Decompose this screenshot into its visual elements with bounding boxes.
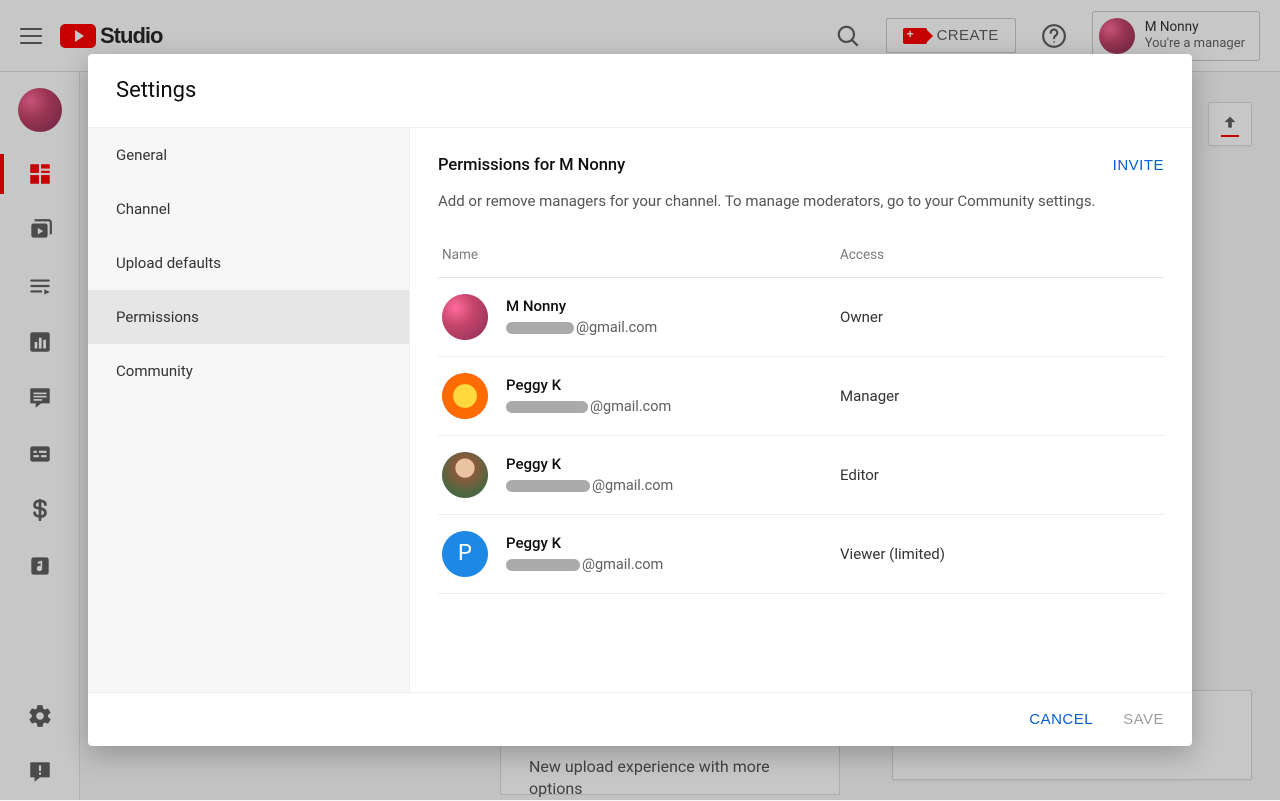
user-email: @gmail.com [506, 398, 840, 415]
save-button[interactable]: SAVE [1123, 711, 1164, 728]
search-icon[interactable] [828, 16, 868, 56]
strip-text: New upload experience with more options [529, 757, 770, 798]
studio-logo[interactable]: Studio [60, 23, 162, 49]
rail-comments-icon[interactable] [0, 370, 80, 426]
user-info: Peggy K @gmail.com [506, 534, 840, 573]
permissions-header: Permissions for M Nonny INVITE [438, 156, 1164, 175]
settings-sidebar: General Channel Upload defaults Permissi… [88, 128, 410, 692]
settings-main: Permissions for M Nonny INVITE Add or re… [410, 128, 1192, 692]
access-level: Owner [840, 308, 1160, 326]
account-role: You're a manager [1145, 36, 1245, 52]
hamburger-menu-icon[interactable] [20, 28, 42, 44]
rail-dashboard-icon[interactable] [0, 146, 80, 202]
permissions-table: Name Access M Nonny @gmail.com Owner Peggy … [438, 247, 1164, 594]
upload-shortcut-card[interactable] [1208, 102, 1252, 146]
table-row[interactable]: M Nonny @gmail.com Owner [438, 278, 1164, 357]
left-rail [0, 72, 80, 800]
email-suffix: @gmail.com [576, 319, 657, 336]
user-info: Peggy K @gmail.com [506, 376, 840, 415]
redacted-span [506, 322, 574, 334]
account-name: M Nonny [1145, 19, 1245, 36]
rail-playlists-icon[interactable] [0, 258, 80, 314]
sidebar-item-channel[interactable]: Channel [88, 182, 409, 236]
rail-analytics-icon[interactable] [0, 314, 80, 370]
access-level: Viewer (limited) [840, 545, 1160, 563]
col-name: Name [442, 247, 840, 263]
permissions-heading: Permissions for M Nonny [438, 156, 625, 175]
sidebar-item-community[interactable]: Community [88, 344, 409, 398]
redacted-span [506, 559, 580, 571]
access-level: Editor [840, 466, 1160, 484]
user-name: M Nonny [506, 297, 840, 315]
email-suffix: @gmail.com [592, 477, 673, 494]
email-suffix: @gmail.com [582, 556, 663, 573]
rail-videos-icon[interactable] [0, 202, 80, 258]
sidebar-item-upload-defaults[interactable]: Upload defaults [88, 236, 409, 290]
avatar [442, 294, 488, 340]
settings-modal: Settings General Channel Upload defaults… [88, 54, 1192, 746]
upload-exp-strip: New upload experience with more options [500, 745, 840, 795]
topbar-left: Studio [20, 23, 162, 49]
avatar [1099, 18, 1135, 54]
col-access: Access [840, 247, 1160, 263]
invite-button[interactable]: INVITE [1113, 157, 1164, 174]
table-row[interactable]: Peggy K @gmail.com Manager [438, 357, 1164, 436]
table-row[interactable]: Peggy K @gmail.com Editor [438, 436, 1164, 515]
logo-text: Studio [100, 23, 162, 49]
table-header: Name Access [438, 247, 1164, 278]
user-name: Peggy K [506, 376, 840, 394]
user-name: Peggy K [506, 455, 840, 473]
modal-header: Settings [88, 54, 1192, 128]
youtube-icon [60, 24, 96, 48]
rail-feedback-icon[interactable] [0, 744, 80, 800]
account-chip[interactable]: M Nonny You're a manager [1092, 11, 1260, 61]
avatar [442, 452, 488, 498]
rail-subtitles-icon[interactable] [0, 426, 80, 482]
sidebar-item-permissions[interactable]: Permissions [88, 290, 409, 344]
user-info: Peggy K @gmail.com [506, 455, 840, 494]
topbar-right: CREATE M Nonny You're a manager [828, 11, 1260, 61]
channel-avatar[interactable] [18, 88, 62, 132]
table-row[interactable]: P Peggy K @gmail.com Viewer (limited) [438, 515, 1164, 594]
account-meta: M Nonny You're a manager [1145, 19, 1245, 52]
sidebar-item-general[interactable]: General [88, 128, 409, 182]
user-info: M Nonny @gmail.com [506, 297, 840, 336]
modal-footer: CANCEL SAVE [88, 692, 1192, 746]
user-name: Peggy K [506, 534, 840, 552]
modal-title: Settings [116, 78, 1164, 103]
permissions-description: Add or remove managers for your channel.… [438, 191, 1164, 213]
camera-plus-icon [903, 28, 927, 44]
rail-audio-icon[interactable] [0, 538, 80, 594]
user-email: @gmail.com [506, 477, 840, 494]
avatar [442, 373, 488, 419]
redacted-span [506, 480, 590, 492]
email-suffix: @gmail.com [590, 398, 671, 415]
redacted-span [506, 401, 588, 413]
rail-monetization-icon[interactable] [0, 482, 80, 538]
help-icon[interactable] [1034, 16, 1074, 56]
create-label: CREATE [937, 27, 999, 44]
create-button[interactable]: CREATE [886, 18, 1016, 53]
user-email: @gmail.com [506, 556, 840, 573]
user-email: @gmail.com [506, 319, 840, 336]
rail-settings-icon[interactable] [0, 688, 80, 744]
avatar: P [442, 531, 488, 577]
modal-body: General Channel Upload defaults Permissi… [88, 128, 1192, 692]
cancel-button[interactable]: CANCEL [1029, 711, 1093, 728]
access-level: Manager [840, 387, 1160, 405]
